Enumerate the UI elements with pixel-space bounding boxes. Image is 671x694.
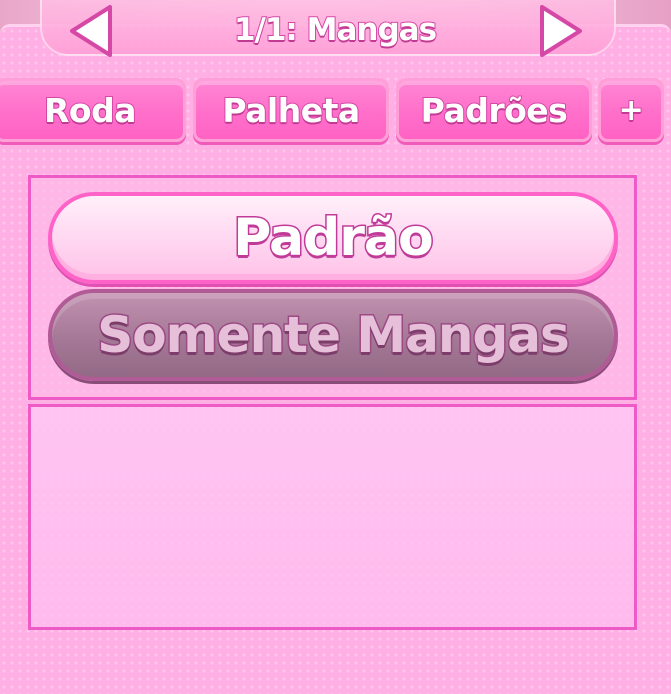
tab-add-button[interactable]: + — [598, 78, 664, 142]
tab-padroes[interactable]: Padrões — [396, 78, 592, 142]
tab-palheta[interactable]: Palheta — [193, 78, 389, 142]
next-page-button[interactable] — [530, 0, 590, 62]
prev-page-button[interactable] — [62, 0, 122, 62]
arrow-right-icon — [540, 5, 582, 57]
arrow-left-icon — [70, 5, 112, 57]
tab-roda[interactable]: Roda — [0, 78, 186, 142]
default-option-button[interactable]: Padrão — [48, 192, 618, 284]
content-box — [28, 404, 637, 630]
page-title: 1/1: Mangas — [233, 11, 438, 49]
sleeves-only-option-button[interactable]: Somente Mangas — [48, 289, 618, 381]
